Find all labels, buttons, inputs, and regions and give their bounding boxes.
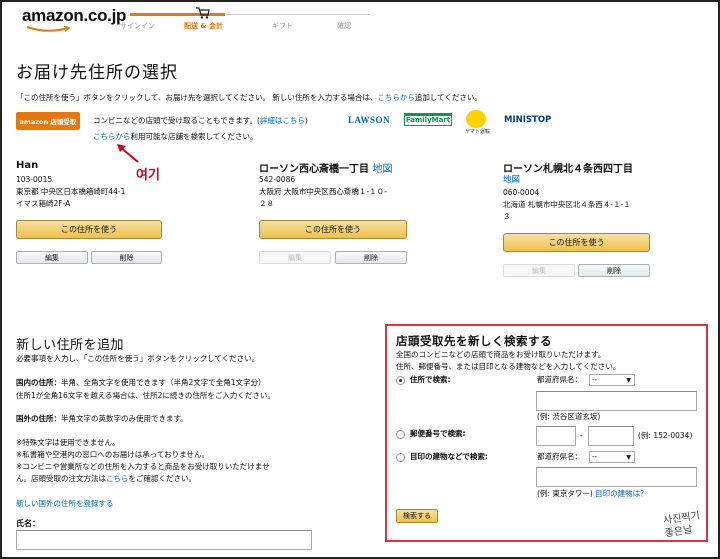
address-3-map-link[interactable]: 地図 [503,174,520,186]
address-example: (例: 渋谷区道玄坂) [537,412,601,421]
pickup-search-desc-1: 全国のコンビニなどの店頭で商品をお受け取りいただけます。 [396,350,606,359]
radio-address[interactable] [396,376,405,385]
pickup-order-link[interactable]: こちら [106,474,129,483]
chevron-down-icon: ▼ [626,454,631,461]
address-1-line1: 東京都 中央区日本橋箱崎町44-1 [16,187,126,196]
page-title: お届け先住所の選択 [16,63,178,83]
address-1-zip: 103-0015 [16,175,53,184]
address-1-edit-button[interactable]: 編集 [16,251,88,264]
address-2-line2: ２８ [259,199,274,208]
cart-icon [196,7,210,19]
address-2-map-link[interactable]: 地図 [372,164,392,175]
landmark-search-input[interactable] [536,467,697,487]
address-2-delete-button[interactable]: 削除 [335,251,407,264]
yamato-label: ヤマト運輸 [465,129,491,135]
new-address-intro: 必要事項を入力し、「この住所を使う」ボタンをクリックしてください。 [16,354,260,363]
step-shipping: 配送 & 会計 [184,22,223,30]
domestic-label: 国内の住所： [16,378,61,387]
zip-example: (例: 152-0034) [638,431,693,440]
step-confirm: 確認 [337,22,351,30]
pickup-search-title: 店頭受取先を新しく検索する [396,334,552,348]
foreign-label: 国外の住所： [16,414,61,423]
pref-label-1: 都道府県名： [537,375,582,384]
store-search-text: こちらから利用可能な店舗を検索してください。 [93,131,258,142]
step-signin: サインイン [120,22,155,30]
address-3-zip: 060-0004 [503,188,540,197]
note-4-suffix: をご確認ください。 [128,474,197,483]
name-input[interactable] [16,530,312,550]
note-1: ※特殊文字は使用できません。 [16,438,120,447]
domestic-rule-1: 国内の住所：半角、全角文字を使用できます（半角2文字で全角1文字分） [16,377,266,389]
store-search-suffix: 利用可能な店舗を検索してください。 [130,132,258,141]
address-3-edit-button: 編集 [503,264,575,277]
store-search-link[interactable]: こちらから [93,132,131,141]
landmark-example-text: (例: 東京タワー) [537,489,593,498]
foreign-rule-text: 半角文字の英数字のみ使用できます。 [61,414,188,423]
add-address-link[interactable]: こちらから [377,93,415,102]
opt-address-label: 住所で検索: [410,375,451,384]
instruction-prefix: 「この住所を使う」ボタンをクリックして、お届け先を選択してください。 新しい住所… [16,93,378,102]
pref-select-1-value: -- [592,376,598,384]
note-4-prefix: ん。店頭受取の注文方法は [16,474,106,483]
address-1-delete-button[interactable]: 削除 [91,251,162,264]
name-label: 氏名： [16,519,40,528]
instruction-text: 「この住所を使う」ボタンをクリックして、お届け先を選択してください。 新しい住所… [16,92,482,103]
address-2-line1: 大阪府 大阪市中央区西心斎橋１-１０- [259,187,387,196]
address-1-name: Han [16,160,39,171]
zip-input-1[interactable] [536,426,576,446]
address-3-delete-button[interactable]: 削除 [578,264,650,277]
zip-dash: - [580,431,583,440]
landmark-example: (例: 東京タワー) 目印の建物は？ [537,488,648,500]
step-gift: ギフト [272,22,293,30]
address-3-use-button[interactable]: この住所を使う [503,233,650,252]
instruction-suffix: 追加してください。 [414,93,482,102]
address-3-name: ローソン札幌北４条西四丁目 [503,164,633,175]
note-2: ※私書箱や空港内の窓口へのお届けは承っておりません。 [16,450,209,459]
pickup-info-text: コンビニなどの店頭で受け取ることもできます。(詳細はこちら) [93,115,308,126]
address-2-zip: 542-0086 [259,175,296,184]
amazon-pickup-badge: amazon 店頭受取 [16,112,80,130]
radio-landmark[interactable] [396,453,405,462]
address-1-use-button[interactable]: この住所を使う [16,220,162,239]
foreign-address-link[interactable]: 新しい国外の住所を登録する [16,498,114,510]
pickup-detail-link[interactable]: 詳細はこちら [260,116,305,125]
note-3: ※コンビニや営業所などの住所を入力すると商品をお受け取りいただけませ [16,462,270,471]
landmark-help-link[interactable]: 目印の建物は？ [595,489,648,498]
pref-select-2-value: -- [592,453,598,461]
smile-icon [26,26,70,32]
familymart-stripe [404,113,452,116]
amazon-logo[interactable]: amazon.co.jp [22,6,126,32]
pickup-info-prefix: コンビニなどの店頭で受け取ることもできます。( [93,116,260,125]
address-2-name: ローソン西心斎橋一丁目 地図 [259,160,392,175]
pref-select-2[interactable]: -- ▼ [589,451,635,463]
address-3-line1: 北海道 札幌市中央区北４条西４-１-１ [503,200,631,209]
new-address-title: 新しい住所を追加 [16,338,125,353]
note-4: ん。店頭受取の注文方法はこちらをご確認ください。 [16,473,196,485]
pref-select-1[interactable]: -- ▼ [589,374,635,386]
pickup-search-desc-2: 住所、郵便番号、または目印となる建物などを入力してください。 [396,362,621,371]
yamato-logo-icon [466,110,486,128]
annotation-label: 여기 [136,168,160,183]
radio-zip[interactable] [396,430,405,439]
ministop-logo: MINISTOP [504,115,552,125]
pickup-search-button[interactable]: 検索する [396,509,438,523]
pickup-info-suffix: ) [304,116,308,125]
watermark: 사진찍기 좋은날 [662,510,702,541]
zip-input-2[interactable] [588,426,634,446]
domestic-rule-2: 住所1が全角16文字を越える場合は、住所2に続きの住所をご入力ください。 [16,391,275,400]
lawson-logo: LAWSON [348,115,391,125]
address-1-line2: イマス箱崎2F-A [16,199,71,208]
annotation-arrow-icon [117,144,139,163]
address-search-input[interactable] [536,391,697,411]
progress-fill [130,13,225,16]
address-2-use-button[interactable]: この住所を使う [259,220,407,239]
address-2-edit-button: 編集 [259,251,331,264]
foreign-rule: 国外の住所：半角文字の英数字のみ使用できます。 [16,413,188,425]
domestic-rule-1-text: 半角、全角文字を使用できます（半角2文字で全角1文字分） [61,378,266,387]
opt-landmark-label: 目印の建物などで検索: [410,452,488,461]
chevron-down-icon: ▼ [626,377,631,384]
pref-label-2: 都道府県名： [537,452,582,461]
address-3-line2: ３ [503,212,511,221]
opt-zip-label: 郵便番号で検索: [410,429,466,438]
